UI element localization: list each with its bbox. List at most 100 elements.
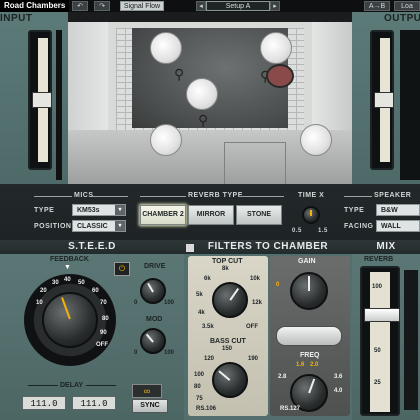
- preset-next-button[interactable]: ▸: [270, 1, 280, 11]
- mic-position-label: POSITION: [34, 223, 72, 230]
- triangle-down-icon: ▼: [64, 264, 71, 271]
- speaker-type-label: TYPE: [344, 207, 365, 214]
- output-fader-cap[interactable]: [374, 92, 394, 108]
- basscut-scale-label: 150: [222, 346, 233, 352]
- topcut-scale-label: 12k: [252, 300, 263, 306]
- basscut-scale-label: 80: [194, 384, 201, 390]
- speaker-label: SPEAKER: [374, 192, 412, 199]
- speaker-icon[interactable]: [300, 124, 332, 156]
- steed-title: S.T.E.E.D: [0, 240, 184, 254]
- mod-label: MOD: [146, 316, 163, 323]
- input-meter: [28, 30, 52, 170]
- filters-title: FILTERS TO CHAMBER: [184, 240, 352, 254]
- drive-knob[interactable]: [140, 278, 166, 304]
- microphone-icon[interactable]: ⚲: [174, 66, 184, 83]
- time-x-label: TIME X: [298, 192, 325, 199]
- preset-name-field[interactable]: Setup A: [206, 1, 270, 11]
- ab-compare-button[interactable]: A→B: [364, 1, 390, 11]
- speaker-facing-value: WALL: [381, 223, 401, 230]
- mod-knob[interactable]: [140, 328, 166, 354]
- speaker-type-select[interactable]: B&W: [376, 204, 420, 216]
- link-icon[interactable]: ∞: [132, 384, 162, 398]
- filter-handle[interactable]: [276, 326, 342, 346]
- time-x-max-label: 1.5: [318, 228, 328, 234]
- speaker-icon[interactable]: [150, 32, 182, 64]
- speaker-icon[interactable]: [260, 32, 292, 64]
- topcut-scale-label: 8k: [222, 266, 229, 272]
- basscut-scale-label: 190: [248, 356, 259, 362]
- sync-button[interactable]: SYNC: [132, 399, 168, 413]
- plugin-brand: Road Chambers: [0, 0, 70, 12]
- feedback-label: FEEDBACK: [50, 256, 89, 263]
- delay-left-display[interactable]: 111.0: [22, 396, 66, 410]
- undo-button[interactable]: ↶: [72, 1, 88, 11]
- reverb-type-stone-button[interactable]: STONE: [236, 205, 282, 225]
- chamber-right-wall: [312, 22, 352, 130]
- feedback-scale-label: 70: [100, 300, 107, 306]
- output-meter-bar: [400, 30, 420, 180]
- basscut-scale-label: 75: [196, 396, 203, 402]
- mod-max-label: 100: [164, 350, 175, 356]
- time-x-knob[interactable]: [302, 206, 320, 224]
- fader-scale-label: 50: [374, 348, 381, 354]
- plate-model-left: RS.106: [196, 406, 217, 412]
- speaker-type-value: B&W: [381, 207, 398, 214]
- feedback-scale-label: 60: [92, 288, 99, 294]
- power-icon[interactable]: ⏻: [114, 262, 130, 276]
- chevron-down-icon: ▾: [115, 205, 125, 215]
- topcut-knob[interactable]: [212, 282, 248, 318]
- basscut-scale-label: 100: [194, 372, 205, 378]
- speaker-icon[interactable]: [186, 78, 218, 110]
- topcut-scale-label: 3.5k: [202, 324, 214, 330]
- mics-rule: [34, 196, 72, 197]
- mic-type-select[interactable]: KM53s ▾: [72, 204, 126, 216]
- load-button[interactable]: Loa: [394, 1, 420, 11]
- reverb-fader-cap[interactable]: [364, 308, 400, 322]
- feedback-scale-label: OFF: [96, 342, 108, 348]
- input-fader-cap[interactable]: [32, 92, 52, 108]
- delay-rule: [28, 385, 58, 386]
- mod-min-label: 0: [134, 350, 138, 356]
- power-icon[interactable]: [186, 244, 194, 252]
- reverb-type-rule: [238, 196, 284, 197]
- mic-position-select[interactable]: CLASSIC ▾: [72, 220, 126, 232]
- feedback-knob[interactable]: [42, 292, 98, 348]
- output-title: OUTPUT: [384, 13, 420, 24]
- speaker-facing-select[interactable]: WALL: [376, 220, 420, 232]
- freq-scale-label: 2.8: [278, 374, 287, 380]
- basscut-knob[interactable]: [212, 362, 248, 398]
- signal-flow-button[interactable]: Signal Flow: [120, 1, 164, 11]
- mics-rule: [92, 196, 128, 197]
- reverb-type-chamber2-button[interactable]: CHAMBER 2: [140, 205, 186, 225]
- drive-min-label: 0: [134, 300, 138, 306]
- redo-button[interactable]: ↷: [94, 1, 110, 11]
- reverb-type-mirror-button[interactable]: MIRROR: [188, 205, 234, 225]
- delay-label: DELAY: [60, 382, 84, 389]
- mic-type-value: KM53s: [77, 207, 100, 214]
- feedback-scale-label: 30: [52, 280, 59, 286]
- mic-position-value: CLASSIC: [77, 223, 108, 230]
- input-title: INPUT: [0, 13, 33, 24]
- microphone-icon[interactable]: ⚲: [198, 112, 208, 129]
- drive-max-label: 100: [164, 300, 175, 306]
- mics-label: MICS: [74, 192, 94, 199]
- topcut-scale-label: 4k: [198, 310, 205, 316]
- mic-type-label: TYPE: [34, 207, 55, 214]
- output-meter: [370, 30, 394, 170]
- gain-knob[interactable]: [290, 272, 328, 310]
- topcut-scale-label: 5k: [196, 292, 203, 298]
- freq-scale-label: 2.0: [310, 362, 319, 368]
- speaker-facing-label: FACING: [344, 223, 374, 230]
- delay-right-display[interactable]: 111.0: [72, 396, 116, 410]
- drum-icon: [266, 64, 294, 88]
- reverb-type-label: REVERB TYPE: [188, 192, 243, 199]
- speaker-icon[interactable]: [150, 124, 182, 156]
- chamber-view[interactable]: ⚲ ⚲ ⚲: [68, 12, 352, 184]
- delay-rule: [86, 385, 116, 386]
- topcut-scale-label: 10k: [250, 276, 261, 282]
- basscut-scale-label: 120: [204, 356, 215, 362]
- reverb-fader-track[interactable]: 100 75 50 25: [360, 266, 400, 416]
- drive-label: DRIVE: [144, 263, 166, 270]
- preset-prev-button[interactable]: ◂: [196, 1, 206, 11]
- chamber-door: [224, 142, 286, 184]
